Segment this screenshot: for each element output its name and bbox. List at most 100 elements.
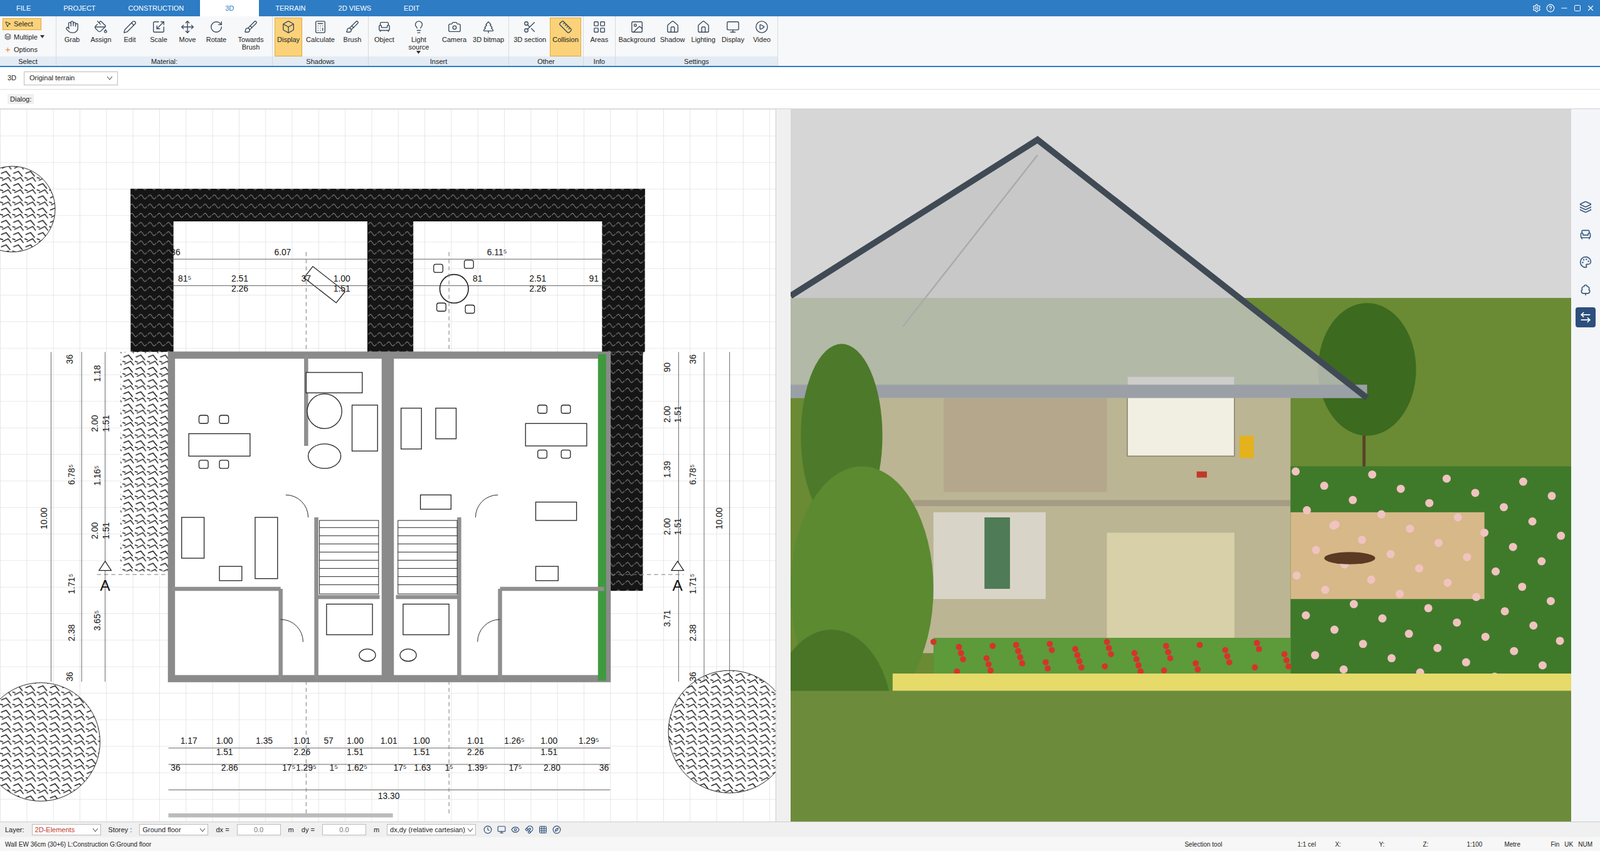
ribbon-group: AreasInfo bbox=[583, 16, 616, 66]
dimension-label: 6.78⁵ bbox=[66, 463, 77, 485]
ribbon-button-icon bbox=[377, 20, 392, 34]
section-mark: A bbox=[671, 561, 685, 594]
dimension-label: 1⁵ bbox=[329, 762, 338, 773]
ribbon-button[interactable]: Camera bbox=[439, 17, 469, 57]
multiple-icon bbox=[4, 33, 12, 41]
plan-panel: AA366.076.11⁵81⁵2.512.26371.001.51812.51… bbox=[0, 109, 776, 822]
dimension-label: 2.80 bbox=[543, 762, 561, 773]
ribbon-button[interactable]: Collision bbox=[549, 17, 582, 57]
plus-icon bbox=[4, 46, 12, 54]
menu-tab[interactable]: CONSTRUCTION bbox=[112, 0, 201, 17]
clock-icon[interactable] bbox=[483, 825, 493, 834]
dimension-label: 3.71 bbox=[662, 609, 673, 627]
minimize-icon[interactable] bbox=[1559, 3, 1569, 13]
dimension-label: 1⁵ bbox=[444, 762, 453, 773]
dx-input[interactable]: 0.0 bbox=[236, 823, 281, 836]
ribbon-button[interactable]: Lighting bbox=[689, 17, 719, 57]
dimension-label: 37 bbox=[301, 273, 311, 284]
north-icon[interactable] bbox=[552, 825, 562, 834]
dimension-label: 1.39⁵ bbox=[467, 762, 488, 773]
select-option[interactable]: Select bbox=[2, 18, 42, 31]
coord-mode-select[interactable]: dx,dy (relative cartesian) bbox=[386, 823, 476, 836]
ribbon-button[interactable]: Move bbox=[173, 17, 202, 57]
dimension-label: 1.51 bbox=[346, 746, 364, 757]
dimension-label: 2.51 bbox=[529, 273, 547, 284]
dimension-label: 1.63 bbox=[413, 762, 431, 773]
dropdown-arrow-icon bbox=[416, 50, 421, 54]
snap-icon[interactable] bbox=[524, 825, 534, 834]
dy-input[interactable]: 0.0 bbox=[322, 823, 367, 836]
ribbon-button[interactable]: 3D bitmap bbox=[470, 17, 507, 57]
dimension-label: 1.39 bbox=[662, 460, 673, 478]
monitor-icon[interactable] bbox=[497, 825, 506, 834]
terrain-select[interactable]: Original terrain bbox=[23, 71, 118, 86]
ribbon-group: ObjectLight sourceCamera3D bitmapInsert bbox=[368, 16, 510, 66]
ribbon-button[interactable]: Grab bbox=[58, 17, 86, 57]
ribbon-group: BackgroundShadowLightingDisplayVideoSett… bbox=[615, 16, 779, 66]
dimension-label: 1.29⁵ bbox=[578, 735, 600, 746]
panel-divider[interactable] bbox=[775, 109, 791, 822]
dimension-label: 2.00 bbox=[662, 405, 673, 423]
ribbon-button[interactable]: Shadow bbox=[657, 17, 688, 57]
ribbon-button[interactable]: Assign bbox=[87, 17, 115, 57]
ribbon-button-icon bbox=[281, 20, 296, 34]
menu-tab[interactable]: PROJECT bbox=[47, 0, 112, 17]
floor-plan[interactable]: AA366.076.11⁵81⁵2.512.26371.001.51812.51… bbox=[0, 109, 776, 822]
layer-select[interactable]: 2D-Elements bbox=[31, 823, 101, 836]
select-option[interactable]: Multiple bbox=[2, 31, 56, 44]
storey-select[interactable]: Ground floor bbox=[139, 823, 209, 836]
menu-tab[interactable]: EDIT bbox=[387, 0, 436, 17]
dimension-label: 1.51 bbox=[100, 415, 111, 432]
toolbar-button[interactable] bbox=[1575, 307, 1596, 328]
grid-icon[interactable] bbox=[538, 825, 548, 834]
dimension-label: 1.01 bbox=[380, 735, 398, 746]
dropdown-arrow-icon bbox=[40, 35, 45, 39]
dimension-label: 2.00 bbox=[89, 521, 100, 539]
dimension-label: 1.51 bbox=[413, 746, 431, 757]
ribbon-button[interactable]: Edit bbox=[115, 17, 144, 57]
menu-tab[interactable]: 3D bbox=[200, 0, 259, 17]
eye-icon[interactable] bbox=[510, 825, 520, 834]
ribbon-button[interactable]: Areas bbox=[585, 17, 614, 57]
ribbon-button[interactable]: Calculate bbox=[303, 17, 338, 57]
ribbon-button[interactable]: Display bbox=[274, 17, 303, 57]
ribbon-button[interactable]: Towards Brush bbox=[231, 17, 271, 57]
ribbon-button[interactable]: 3D section bbox=[510, 17, 549, 57]
dimension-label: 1.51 bbox=[672, 405, 683, 423]
menu-tab-bar: FILEPROJECTCONSTRUCTION3DTERRAIN2D VIEWS… bbox=[0, 0, 1600, 17]
info-bar: Wall EW 36cm (30+6) L:Construction G:Gro… bbox=[0, 836, 1600, 851]
ribbon-button[interactable]: Background bbox=[617, 17, 657, 57]
ribbon-button[interactable]: Rotate bbox=[202, 17, 231, 57]
help-icon[interactable] bbox=[1546, 3, 1555, 13]
toolbar-button[interactable] bbox=[1575, 252, 1596, 273]
dimension-label: 2.38 bbox=[66, 623, 77, 641]
ribbon-button[interactable]: Brush bbox=[338, 17, 367, 57]
menu-tab[interactable]: FILE bbox=[0, 0, 48, 17]
ribbon-button-icon bbox=[243, 20, 258, 34]
select-option[interactable]: Options bbox=[2, 43, 56, 56]
settings-icon[interactable] bbox=[1532, 3, 1542, 13]
dimension-label: 36 bbox=[64, 671, 75, 682]
close-icon[interactable] bbox=[1586, 3, 1595, 13]
ribbon-button[interactable]: Object bbox=[370, 17, 399, 57]
ribbon-button-icon bbox=[180, 20, 195, 34]
ribbon-button[interactable]: Display bbox=[719, 17, 747, 57]
ribbon-button-icon bbox=[447, 20, 462, 34]
dimension-label: 3.65⁵ bbox=[92, 610, 103, 631]
toolbar-button[interactable] bbox=[1575, 279, 1596, 300]
ribbon-group: DisplayCalculateBrushShadows bbox=[272, 16, 369, 66]
ribbon-button[interactable]: Light source bbox=[399, 17, 439, 57]
ribbon-button[interactable]: Scale bbox=[144, 17, 173, 57]
ribbon-button-icon bbox=[94, 20, 108, 34]
toolbar-button[interactable] bbox=[1575, 196, 1596, 217]
dimension-label: 1.00 bbox=[346, 735, 364, 746]
3d-view[interactable] bbox=[790, 109, 1572, 822]
menu-tab[interactable]: TERRAIN bbox=[258, 0, 322, 17]
menu-tab[interactable]: 2D VIEWS bbox=[322, 0, 389, 17]
dimension-label: 1.71⁵ bbox=[66, 573, 77, 594]
maximize-icon[interactable] bbox=[1573, 4, 1582, 12]
ribbon-button-icon bbox=[313, 20, 328, 34]
ribbon-button[interactable]: Video bbox=[747, 17, 776, 57]
toolbar-button[interactable] bbox=[1575, 224, 1596, 245]
dimension-label: 17⁵ bbox=[508, 762, 522, 773]
